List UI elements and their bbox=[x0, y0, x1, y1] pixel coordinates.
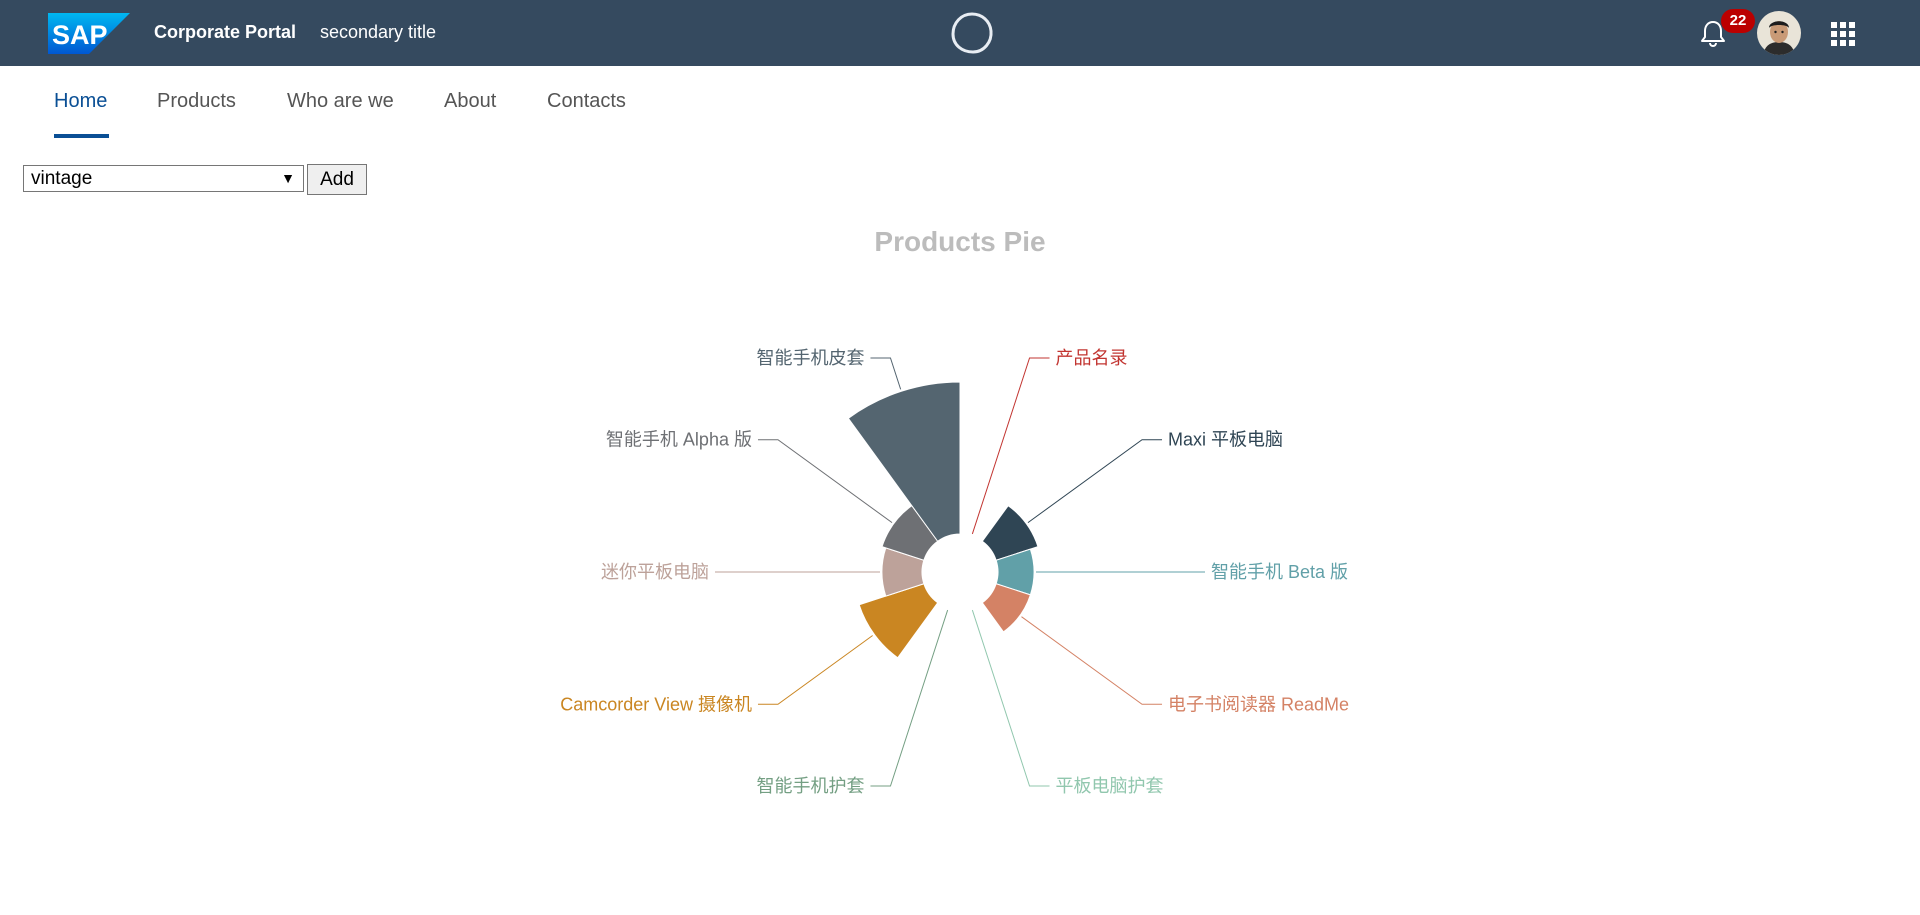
slice-label-line bbox=[870, 357, 902, 390]
slice-label-line bbox=[757, 439, 893, 524]
slice-label: 平板电脑护套 bbox=[1056, 776, 1164, 796]
slice-label: 智能手机 Alpha 版 bbox=[606, 430, 752, 450]
slice-label: 智能手机 Beta 版 bbox=[1211, 562, 1348, 582]
slice-label: 电子书阅读器 ReadMe bbox=[1168, 694, 1349, 714]
slice-label: 迷你平板电脑 bbox=[601, 562, 709, 582]
slice-label-line bbox=[1021, 616, 1163, 705]
slice-label: 智能手机皮套 bbox=[756, 348, 864, 368]
slice-label: Camcorder View 摄像机 bbox=[560, 694, 752, 714]
slice-label-line bbox=[757, 635, 873, 705]
slice-label: 智能手机护套 bbox=[756, 776, 864, 796]
pie-slice[interactable] bbox=[858, 583, 939, 659]
slice-label-line bbox=[1027, 439, 1163, 524]
slice-label-line bbox=[971, 609, 1050, 787]
slice-label: 产品名录 bbox=[1056, 348, 1128, 368]
products-pie-chart: 产品名录 Maxi 平板电脑智能手机 Beta 版电子书阅读器 ReadMe 平板电… bbox=[560, 348, 1349, 796]
slice-label: Maxi 平板电脑 bbox=[1168, 430, 1283, 450]
